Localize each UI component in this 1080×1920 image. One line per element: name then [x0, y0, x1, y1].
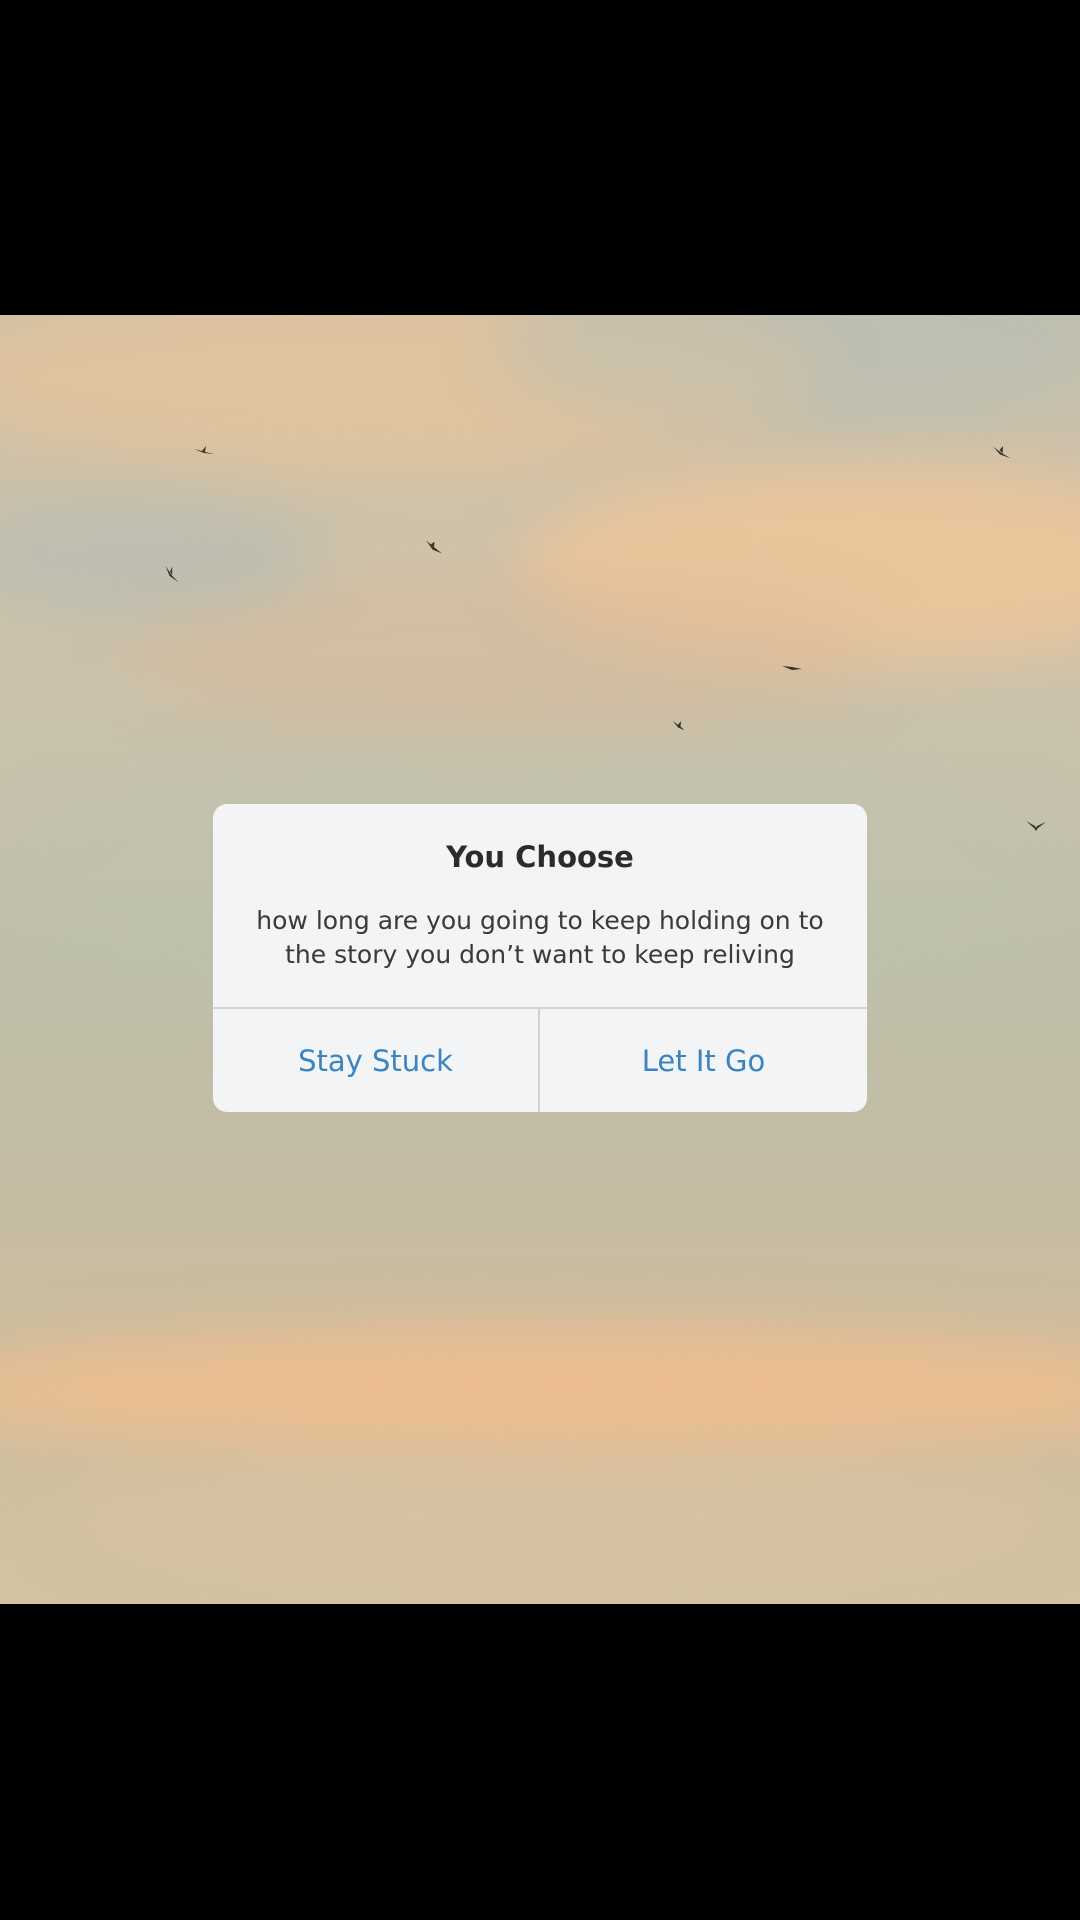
stay-stuck-button[interactable]: Stay Stuck	[213, 1009, 538, 1112]
bird-icon	[782, 666, 802, 670]
bird-icon	[1026, 821, 1046, 831]
alert-dialog: You Choose how long are you going to kee…	[213, 804, 867, 1112]
let-it-go-button[interactable]: Let It Go	[540, 1009, 867, 1112]
letterbox-bottom	[0, 1604, 1080, 1920]
bird-icon	[426, 540, 442, 554]
bird-icon	[194, 446, 214, 454]
dialog-title: You Choose	[446, 840, 634, 874]
bird-icon	[993, 446, 1011, 459]
cloud	[60, 1455, 1060, 1575]
cloud	[0, 1325, 1080, 1455]
dialog-message: how long are you going to keep holding o…	[256, 906, 824, 969]
letterbox-top	[0, 0, 1080, 315]
video-screen: You Choose how long are you going to kee…	[0, 0, 1080, 1920]
